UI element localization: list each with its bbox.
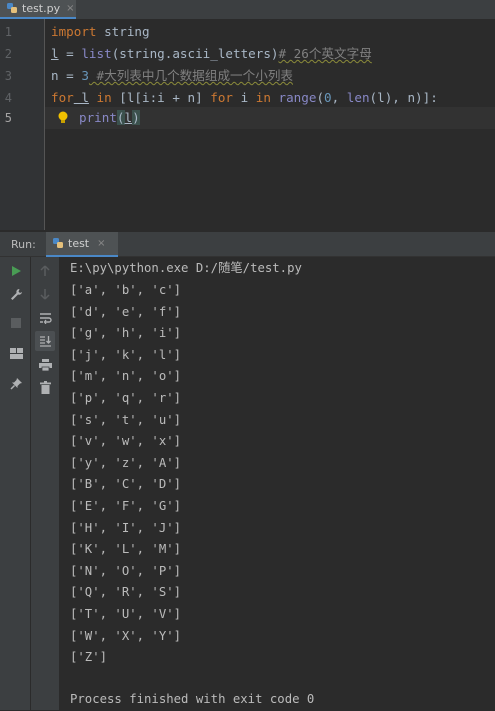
tab-label: test.py <box>22 2 61 15</box>
console-line: ['W', 'X', 'Y'] <box>70 628 182 643</box>
wrench-icon[interactable] <box>6 284 26 304</box>
run-title: Run: <box>11 238 36 251</box>
pin-icon[interactable] <box>6 373 26 393</box>
console-output[interactable]: E:\py\python.exe D:/随笔/test.py ['a', 'b'… <box>59 257 495 710</box>
tab-test-py[interactable]: test.py × <box>0 0 76 19</box>
code-editor[interactable]: import string l = list(string.ascii_lett… <box>45 19 495 230</box>
console-line: ['m', 'n', 'o'] <box>70 369 182 384</box>
console-line: ['g', 'h', 'i'] <box>70 326 182 341</box>
close-icon[interactable]: × <box>66 3 74 14</box>
console-line: ['p', 'q', 'r'] <box>70 391 182 405</box>
console-line: ['a', 'b', 'c'] <box>70 283 182 297</box>
print-icon[interactable] <box>35 355 55 375</box>
python-file-icon <box>52 234 64 253</box>
soft-wrap-icon[interactable] <box>35 308 55 328</box>
console-line: ['d', 'e', 'f'] <box>70 304 182 319</box>
console-line: ['K', 'L', 'M'] <box>70 542 182 557</box>
code-line: import string <box>51 24 150 39</box>
trash-icon[interactable] <box>35 377 55 397</box>
close-icon[interactable]: × <box>97 238 105 249</box>
line-number-gutter: 1 2 3 4 5 <box>0 19 45 230</box>
console-line: ['H', 'I', 'J'] <box>70 520 182 535</box>
code-line: for l in [l[i:i + n] for i in range(0, l… <box>51 90 438 105</box>
run-toolbar-right <box>31 257 59 710</box>
line-number: 3 <box>4 69 12 83</box>
code-line: print(l) <box>79 110 140 125</box>
python-file-icon <box>6 0 18 18</box>
console-line: ['E', 'F', 'G'] <box>70 499 182 513</box>
console-line: ['Q', 'R', 'S'] <box>70 585 182 600</box>
arrow-up-icon[interactable] <box>35 261 55 281</box>
run-toolbar-left <box>0 257 31 710</box>
code-line: n = 3 #大列表中几个数据组成一个小列表 <box>51 68 294 83</box>
run-tab-label: test <box>68 237 90 250</box>
play-icon[interactable] <box>6 261 26 281</box>
console-line: ['v', 'w', 'x'] <box>70 434 182 449</box>
line-number: 2 <box>4 47 12 61</box>
console-command: E:\py\python.exe D:/随笔/test.py <box>70 261 302 275</box>
console-line: ['s', 't', 'u'] <box>70 412 182 427</box>
console-line: ['j', 'k', 'l'] <box>70 347 182 362</box>
arrow-down-icon[interactable] <box>35 284 55 304</box>
console-line: ['y', 'z', 'A'] <box>70 455 182 470</box>
console-line: ['T', 'U', 'V'] <box>70 607 182 621</box>
lightbulb-icon[interactable] <box>57 110 69 130</box>
stop-icon[interactable] <box>6 313 26 333</box>
console-line: ['Z'] <box>70 650 108 665</box>
run-tab-test[interactable]: test × <box>46 232 118 257</box>
line-number: 4 <box>4 91 12 105</box>
layout-icon[interactable] <box>6 343 26 363</box>
console-line: ['B', 'C', 'D'] <box>70 477 182 492</box>
line-number: 1 <box>4 25 12 39</box>
console-exit-message: Process finished with exit code 0 <box>70 692 315 706</box>
console-line: ['N', 'O', 'P'] <box>70 563 182 578</box>
line-number: 5 <box>4 111 12 125</box>
code-line: l = list(string.ascii_letters)# 26个英文字母 <box>51 46 372 61</box>
scroll-to-end-icon[interactable] <box>35 331 55 351</box>
